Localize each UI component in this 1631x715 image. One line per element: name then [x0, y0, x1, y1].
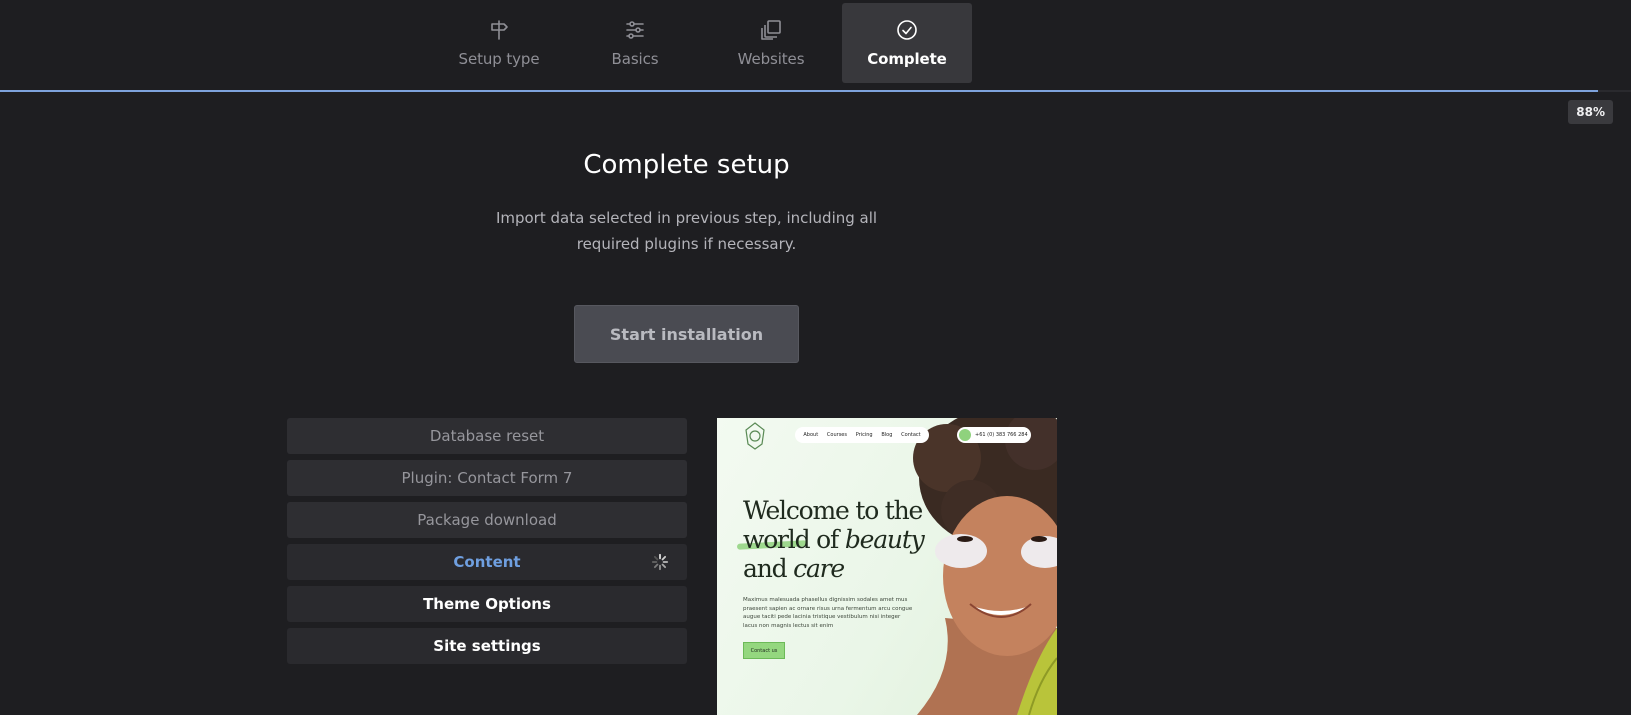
progress-percent-badge: 88%: [1568, 100, 1613, 124]
step-label: Basics: [611, 50, 659, 68]
headline-text: and: [743, 554, 794, 583]
preview-nav: About Courses Pricing Blog Contact: [795, 427, 929, 443]
headline-text: world of: [743, 525, 845, 554]
task-package-download: Package download: [287, 502, 687, 538]
preview-contact-button: Contact us: [743, 642, 785, 659]
task-label: Theme Options: [423, 595, 551, 613]
start-installation-button[interactable]: Start installation: [574, 305, 799, 363]
install-task-list: Database reset Plugin: Contact Form 7 Pa…: [287, 418, 687, 664]
step-websites[interactable]: Websites: [706, 3, 836, 83]
task-site-settings: Site settings: [287, 628, 687, 664]
preview-nav-item: Courses: [826, 432, 847, 438]
task-database-reset: Database reset: [287, 418, 687, 454]
headline-line-3: and care: [743, 554, 933, 583]
preview-nav-item: Contact: [901, 432, 921, 438]
step-label: Complete: [867, 50, 947, 68]
step-setup-type[interactable]: Setup type: [434, 3, 564, 83]
task-label: Site settings: [433, 637, 541, 655]
signpost-icon: [491, 20, 508, 40]
task-content: Content: [287, 544, 687, 580]
page-subtitle: Import data selected in previous step, i…: [495, 209, 878, 253]
headline-line-1: Welcome to the: [743, 496, 923, 525]
task-label: Content: [453, 553, 521, 571]
task-label: Package download: [417, 511, 557, 529]
task-label: Plugin: Contact Form 7: [401, 469, 573, 487]
headline-line-2: world of beauty: [743, 525, 933, 554]
copy-icon: [761, 20, 781, 40]
step-complete[interactable]: Complete: [842, 3, 972, 83]
page-title: Complete setup: [583, 150, 790, 180]
loading-spinner-icon: [651, 553, 669, 571]
website-preview-image: About Courses Pricing Blog Contact +61 (…: [717, 418, 1057, 715]
step-label: Websites: [737, 50, 805, 68]
task-theme-options: Theme Options: [287, 586, 687, 622]
phone-icon: [959, 429, 971, 441]
progress-bar: [0, 90, 1631, 92]
sliders-icon: [626, 21, 644, 39]
preview-nav-item: Blog: [881, 432, 893, 438]
setup-stepper: Setup type Basics Websites Complete: [434, 3, 972, 83]
step-label: Setup type: [458, 50, 540, 68]
headline-emphasis: care: [793, 554, 845, 583]
preview-phone-number: +61 (0) 383 766 284: [975, 432, 1028, 438]
preview-body-text: Maximus malesuada phasellus dignissim so…: [743, 597, 913, 629]
preview-phone-pill: +61 (0) 383 766 284: [957, 427, 1031, 443]
site-logo-icon: [745, 422, 765, 450]
preview-nav-item: About: [803, 432, 819, 438]
check-circle-icon: [897, 20, 917, 40]
step-basics[interactable]: Basics: [570, 3, 700, 83]
task-plugin-contact-form-7: Plugin: Contact Form 7: [287, 460, 687, 496]
task-label: Database reset: [429, 427, 545, 445]
progress-fill: [0, 90, 1599, 92]
headline-emphasis: beauty: [844, 525, 925, 554]
preview-headline: Welcome to the world of beauty and care: [743, 496, 933, 583]
preview-nav-item: Pricing: [855, 432, 873, 438]
